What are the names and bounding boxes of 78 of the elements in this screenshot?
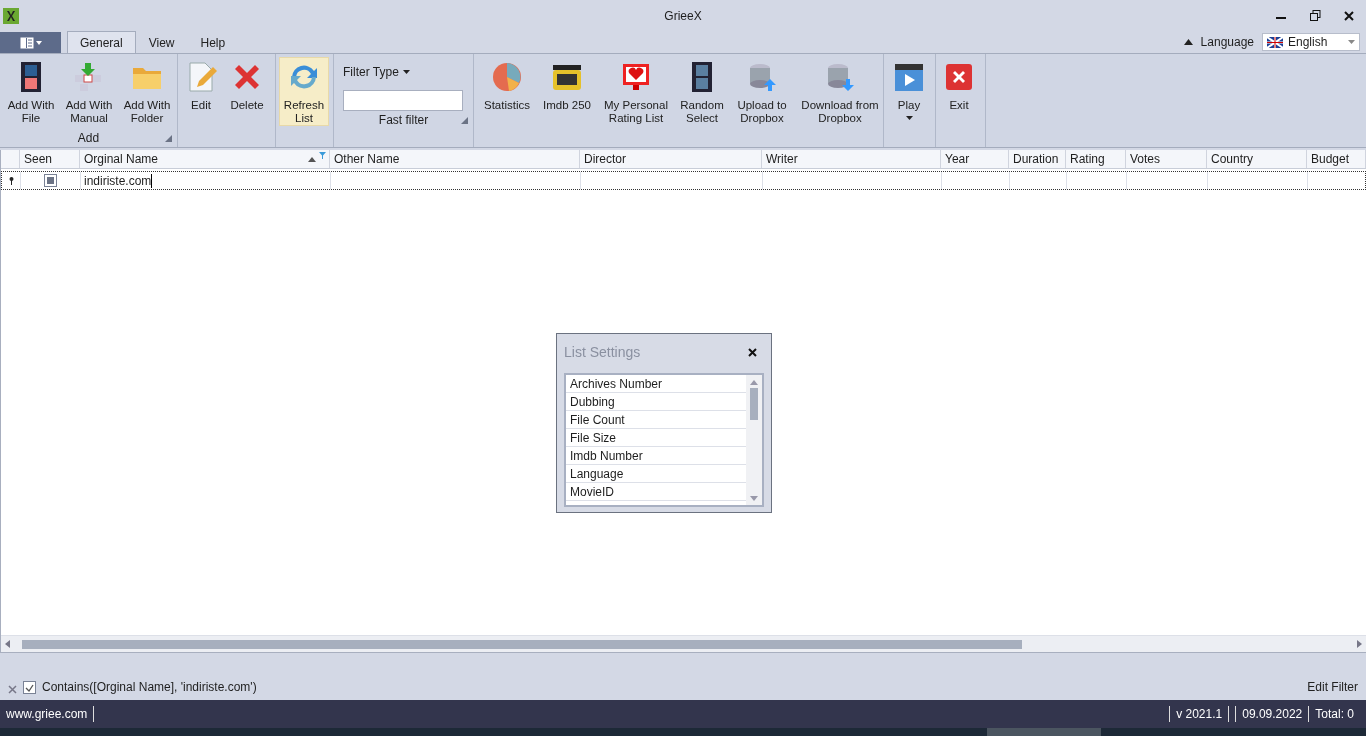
ribbon-tab[interactable]: General [67,31,136,53]
column-header[interactable]: Orginal Name [80,150,330,168]
pie-chart-icon [491,61,523,93]
heart-icon [620,61,652,93]
column-header[interactable]: Seen [20,150,80,168]
flag-icon [1267,36,1283,48]
filter-expression: Contains([Orginal Name], 'indiriste.com') [42,680,257,694]
column-header[interactable]: Year [941,150,1009,168]
ribbon-tab[interactable]: View [135,31,188,53]
date-text: 09.09.2022 [1235,706,1310,722]
column-header[interactable]: Votes [1126,150,1207,168]
ribbon-button[interactable]: Imdb 250 [539,57,595,126]
close-icon[interactable] [1344,10,1354,21]
name-filter-field[interactable]: indiriste.com [81,173,153,188]
group-label: Add [77,131,100,145]
column-header[interactable]: Duration [1009,150,1066,168]
edit-filter-link[interactable]: Edit Filter [1307,680,1358,694]
language-label: Language [1200,35,1254,49]
sort-ascending-icon [308,157,316,162]
filter-row-icon [8,176,14,185]
list-item[interactable]: Archives Number [566,375,746,393]
ribbon-button[interactable]: My Personal Rating List [597,57,675,126]
ribbon-button[interactable]: Play [887,57,931,126]
scroll-right-icon[interactable] [1357,640,1362,648]
ribbon-button[interactable]: Add With Folder [119,57,175,126]
filter-type-dropdown[interactable]: Filter Type [343,65,410,79]
layout-icon [19,36,42,49]
app-menu-button[interactable] [0,32,61,53]
caret-icon [905,116,913,120]
filter-checkbox[interactable] [23,681,36,694]
collapse-ribbon-icon[interactable] [1183,39,1193,45]
ribbon-button[interactable]: Random Select [677,57,727,126]
ribbon-button[interactable]: Download from Dropbox [797,57,883,126]
caret-icon [1348,40,1355,44]
close-icon [943,61,975,93]
dialog-title: List Settings [564,344,641,360]
scrollbar-thumb[interactable] [22,639,1022,649]
list-item[interactable]: Dubbing [566,393,746,411]
app-logo [3,7,19,24]
scroll-down-icon[interactable] [750,496,758,501]
scrollbar-thumb[interactable] [750,388,758,420]
ribbon-button[interactable]: Upload to Dropbox [729,57,795,126]
restore-icon[interactable] [1309,10,1321,21]
caret-icon [402,70,410,74]
column-header[interactable]: Budget [1307,150,1366,168]
ribbon-button[interactable]: Exit [939,57,979,126]
list-item[interactable]: Language [566,465,746,483]
column-header[interactable]: Other Name [330,150,580,168]
column-header[interactable]: Country [1207,150,1307,168]
list-item[interactable]: File Count [566,411,746,429]
filter-icon[interactable] [319,152,326,159]
language-dropdown[interactable]: English [1262,33,1360,51]
list-item[interactable]: Imdb Number [566,447,746,465]
website-text: www.griee.com [6,706,95,722]
fast-filter-field[interactable] [343,90,463,111]
group-label: Fast filter [378,113,429,127]
ribbon-button[interactable]: Refresh List [279,57,329,126]
version-text: v 2021.1 [1169,706,1230,722]
ribbon-tab[interactable]: Help [187,31,239,53]
column-header[interactable]: Writer [762,150,941,168]
dialog-launcher-icon[interactable] [165,135,172,142]
column-header[interactable]: Rating [1066,150,1126,168]
ribbon-button[interactable]: Statistics [477,57,537,126]
dialog-launcher-icon[interactable] [461,117,468,124]
scroll-up-icon[interactable] [750,380,758,385]
total-text: Total: 0 [1315,706,1355,722]
list-item[interactable]: File Size [566,429,746,447]
column-header[interactable]: Director [580,150,762,168]
ribbon-button[interactable]: Add With File [3,57,59,126]
scroll-left-icon[interactable] [5,640,10,648]
list-item[interactable]: MovieID [566,483,746,501]
close-icon[interactable] [748,347,757,357]
checkmark-icon [25,683,34,692]
window-title: GrieeX [664,9,702,23]
ribbon-button[interactable]: Delete [223,57,271,126]
ribbon-button[interactable]: Edit [181,57,221,126]
ribbon-button[interactable]: Add With Manual [61,57,117,126]
seen-filter-checkbox[interactable] [44,174,57,187]
